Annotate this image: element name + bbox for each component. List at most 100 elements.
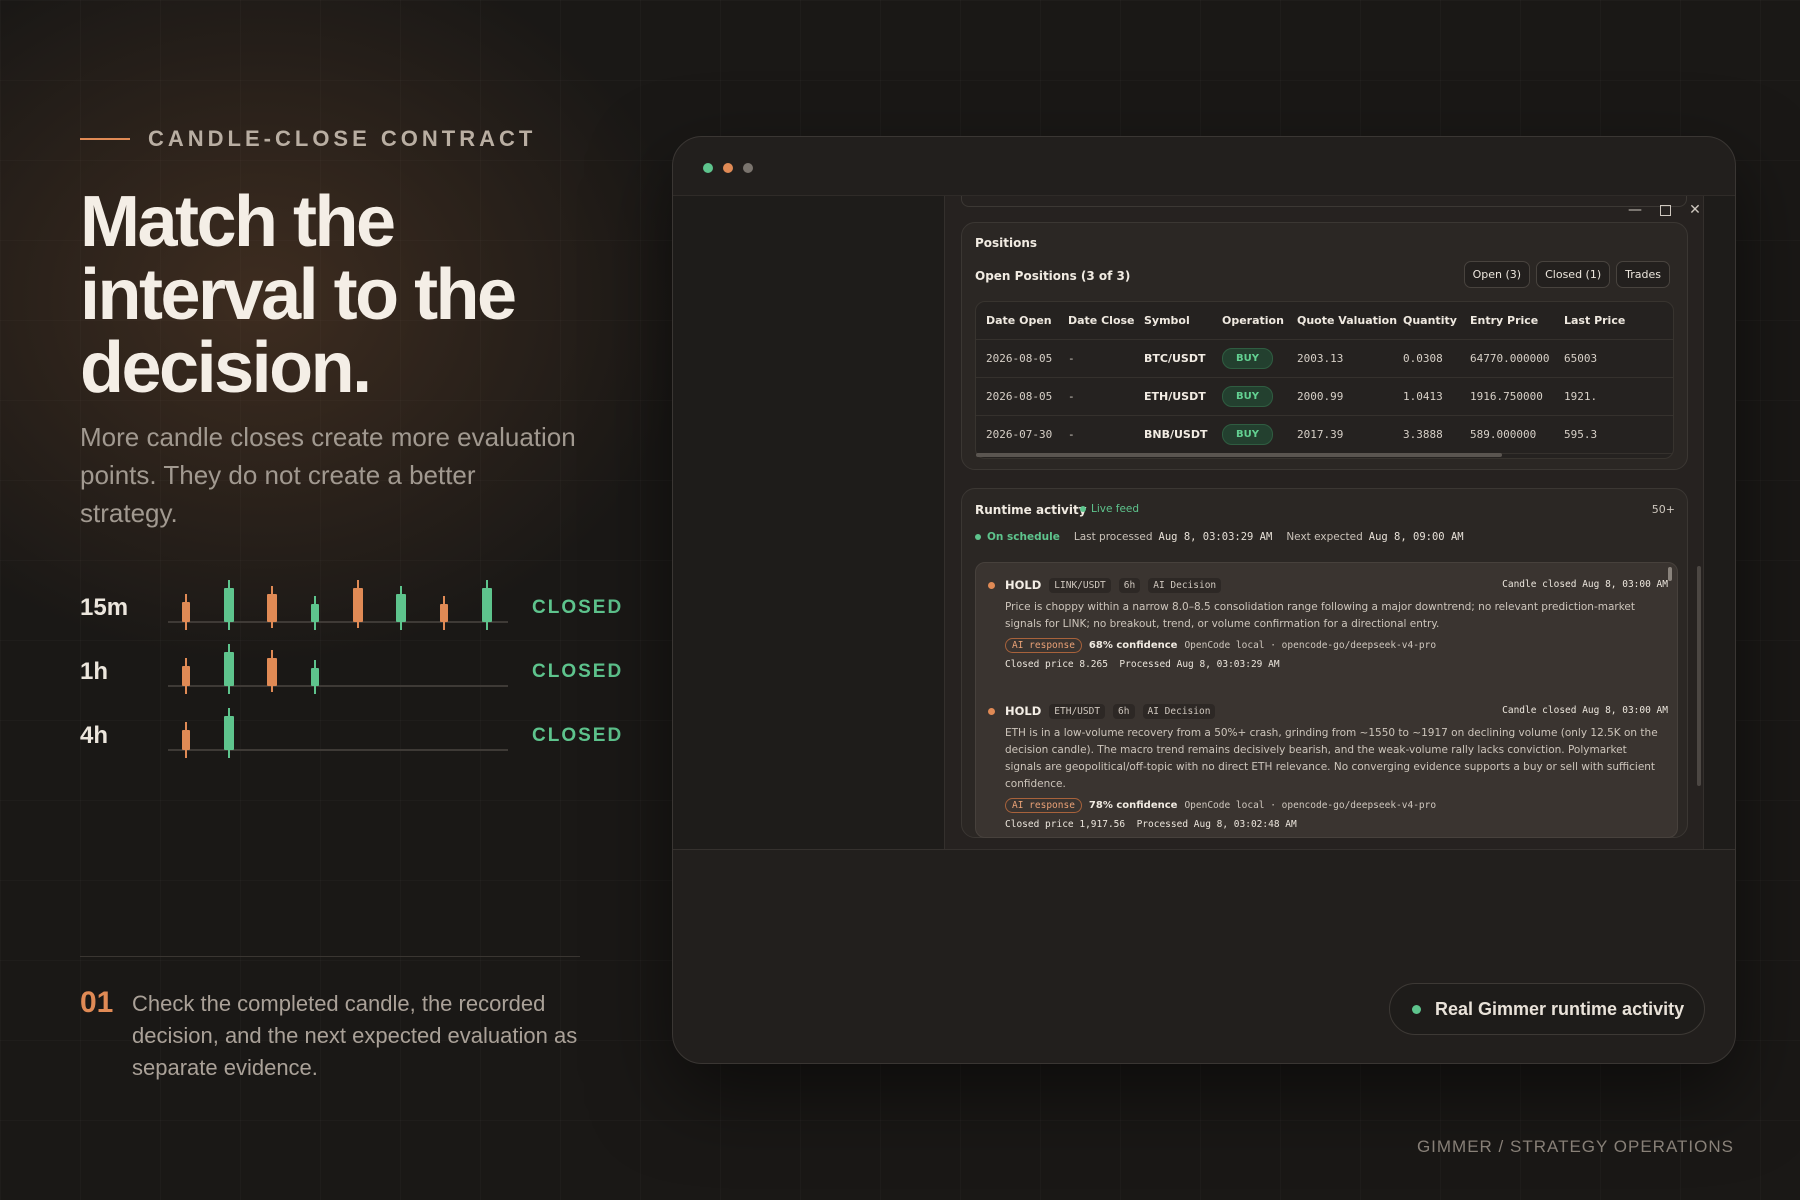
schedule-status-line: On schedule Last processed Aug 8, 03:03:…	[975, 531, 1464, 543]
table-row[interactable]: 2026-08-05 - ETH/USDT BUY 2000.99 1.0413…	[976, 378, 1673, 416]
candle-orange	[182, 722, 190, 758]
entry-closed-price-line: Closed price 8.265 Processed Aug 8, 03:0…	[1005, 659, 1668, 670]
close-icon[interactable]: ✕	[1687, 202, 1703, 220]
entry-meta: AI response 68% confidence OpenCode loca…	[1005, 638, 1668, 653]
app-main-pane: — ✕ Positions Open Positions (3 of 3) Op…	[944, 196, 1704, 849]
maximize-icon[interactable]	[1657, 202, 1673, 220]
candle-green	[396, 586, 406, 630]
window-traffic-lights	[703, 163, 753, 173]
last-processed-value: Aug 8, 03:03:29 AM	[1158, 531, 1273, 543]
app-window: — ✕ Positions Open Positions (3 of 3) Op…	[672, 136, 1736, 1064]
feed-scrollbar[interactable]	[1668, 567, 1672, 581]
interval-label: 15m	[80, 594, 129, 621]
cell-quote-valuation: 2003.13	[1297, 352, 1344, 365]
candle-orange	[267, 650, 277, 692]
entry-message: ETH is in a low-volume recovery from a 5…	[1005, 727, 1658, 790]
entry-candle-closed: Candle closed Aug 8, 03:00 AM	[1502, 705, 1668, 716]
traffic-dot-orange[interactable]	[723, 163, 733, 173]
cell-entry-price: 589.000000	[1470, 428, 1537, 441]
candle-orange	[182, 594, 190, 630]
subtitle: More candle closes create more evaluatio…	[80, 422, 576, 528]
hold-indicator-icon	[988, 707, 995, 715]
ai-response-tag: AI response	[1005, 798, 1082, 813]
tab-closed[interactable]: Closed (1)	[1536, 261, 1611, 288]
cell-symbol: ETH/USDT	[1144, 390, 1206, 403]
buy-badge: BUY	[1222, 348, 1273, 369]
live-feed-label: Live feed	[1091, 503, 1140, 515]
candle-strip-15m	[168, 580, 508, 630]
headline: Match the interval to the decision.	[80, 182, 517, 408]
traffic-dot-gray[interactable]	[743, 163, 753, 173]
candle-orange	[182, 658, 190, 694]
col-quantity[interactable]: Quantity	[1403, 314, 1457, 327]
live-dot-icon	[1080, 506, 1086, 512]
entry-closed-price-line: Closed price 1,917.56 Processed Aug 8, 0…	[1005, 819, 1668, 830]
entry-header: HOLD ETH/USDT 6h AI Decision Candle clos…	[988, 701, 1668, 721]
pill-label: Real Gimmer runtime activity	[1435, 998, 1685, 1019]
entry-processed: Processed Aug 8, 03:02:48 AM	[1136, 819, 1297, 830]
entry-closed-price: Closed price 8.265	[1005, 659, 1108, 670]
positions-tabs: Open (3) Closed (1) Trades	[1463, 261, 1670, 288]
entry-model: OpenCode local · opencode-go/deepseek-v4…	[1184, 640, 1437, 651]
eyebrow: CANDLE-CLOSE CONTRACT	[80, 126, 536, 152]
tab-trades[interactable]: Trades	[1616, 261, 1670, 288]
status-dot-icon	[1412, 1004, 1421, 1014]
table-row[interactable]: 2026-08-05 - BTC/USDT BUY 2003.13 0.0308…	[976, 340, 1673, 378]
main-vertical-scrollbar[interactable]	[1697, 566, 1701, 786]
eyebrow-label: CANDLE-CLOSE CONTRACT	[148, 126, 537, 151]
candle-strip-1h	[168, 644, 508, 694]
col-date-open[interactable]: Date Open	[986, 314, 1052, 327]
cell-date-close: -	[1068, 428, 1075, 441]
candle-green	[311, 660, 319, 694]
next-expected-label: Next expected	[1286, 531, 1363, 543]
hold-indicator-icon	[988, 581, 995, 589]
step-text: Check the completed candle, the recorded…	[132, 991, 578, 1080]
col-operation[interactable]: Operation	[1222, 314, 1284, 327]
runtime-activity-card: Runtime activity Live feed 50+ On schedu…	[961, 488, 1688, 838]
cell-symbol: BTC/USDT	[1144, 352, 1206, 365]
col-quote-valuation[interactable]: Quote Valuation	[1297, 314, 1397, 327]
step-number: 01	[80, 986, 114, 1019]
entry-confidence: 68% confidence	[1088, 640, 1178, 651]
col-entry-price[interactable]: Entry Price	[1470, 314, 1538, 327]
minimize-icon[interactable]: —	[1627, 202, 1643, 220]
positions-card: Positions Open Positions (3 of 3) Open (…	[961, 222, 1688, 470]
col-last-price[interactable]: Last Price	[1564, 314, 1625, 327]
cell-entry-price: 1916.750000	[1470, 390, 1543, 403]
runtime-title: Runtime activity	[975, 503, 1087, 517]
entry-processed: Processed Aug 8, 03:03:29 AM	[1119, 659, 1280, 670]
table-horizontal-scrollbar[interactable]	[976, 453, 1502, 457]
tab-open[interactable]: Open (3)	[1463, 261, 1531, 288]
entry-action: HOLD	[1005, 578, 1042, 592]
cell-quantity: 0.0308	[1403, 352, 1443, 365]
candle-orange	[267, 586, 277, 628]
positions-title: Positions	[975, 236, 1038, 250]
col-symbol[interactable]: Symbol	[1144, 314, 1190, 327]
ai-response-tag: AI response	[1005, 638, 1082, 653]
open-positions-heading: Open Positions (3 of 3)	[975, 269, 1131, 283]
interval-row-15m: 15m CLOSED	[80, 580, 640, 644]
closed-status: CLOSED	[532, 725, 624, 746]
buy-badge: BUY	[1222, 386, 1273, 407]
table-row[interactable]: 2026-07-30 - BNB/USDT BUY 2017.39 3.3888…	[976, 416, 1673, 454]
entry-closed-price: Closed price 1,917.56	[1005, 819, 1126, 830]
activity-entry[interactable]: HOLD ETH/USDT 6h AI Decision Candle clos…	[988, 701, 1668, 830]
cell-quantity: 3.3888	[1403, 428, 1443, 441]
candle-orange	[440, 596, 448, 630]
cell-date-close: -	[1068, 390, 1075, 403]
closed-status: CLOSED	[532, 661, 624, 682]
cell-date-open: 2026-07-30	[986, 428, 1053, 441]
entry-kind: AI Decision	[1148, 577, 1222, 593]
activity-feed[interactable]: HOLD LINK/USDT 6h AI Decision Candle clo…	[975, 562, 1678, 838]
activity-entry[interactable]: HOLD LINK/USDT 6h AI Decision Candle clo…	[988, 575, 1668, 670]
entry-meta: AI response 78% confidence OpenCode loca…	[1005, 798, 1668, 813]
col-date-close[interactable]: Date Close	[1068, 314, 1135, 327]
candle-orange	[353, 580, 363, 628]
cell-last-price: 595.3	[1564, 428, 1598, 441]
entry-symbol: LINK/USDT	[1049, 577, 1111, 593]
activity-count: 50+	[1651, 503, 1675, 516]
traffic-dot-green[interactable]	[703, 163, 713, 173]
entry-confidence: 78% confidence	[1088, 800, 1178, 811]
schedule-dot-icon	[975, 534, 981, 540]
window-controls: — ✕	[1627, 202, 1703, 220]
